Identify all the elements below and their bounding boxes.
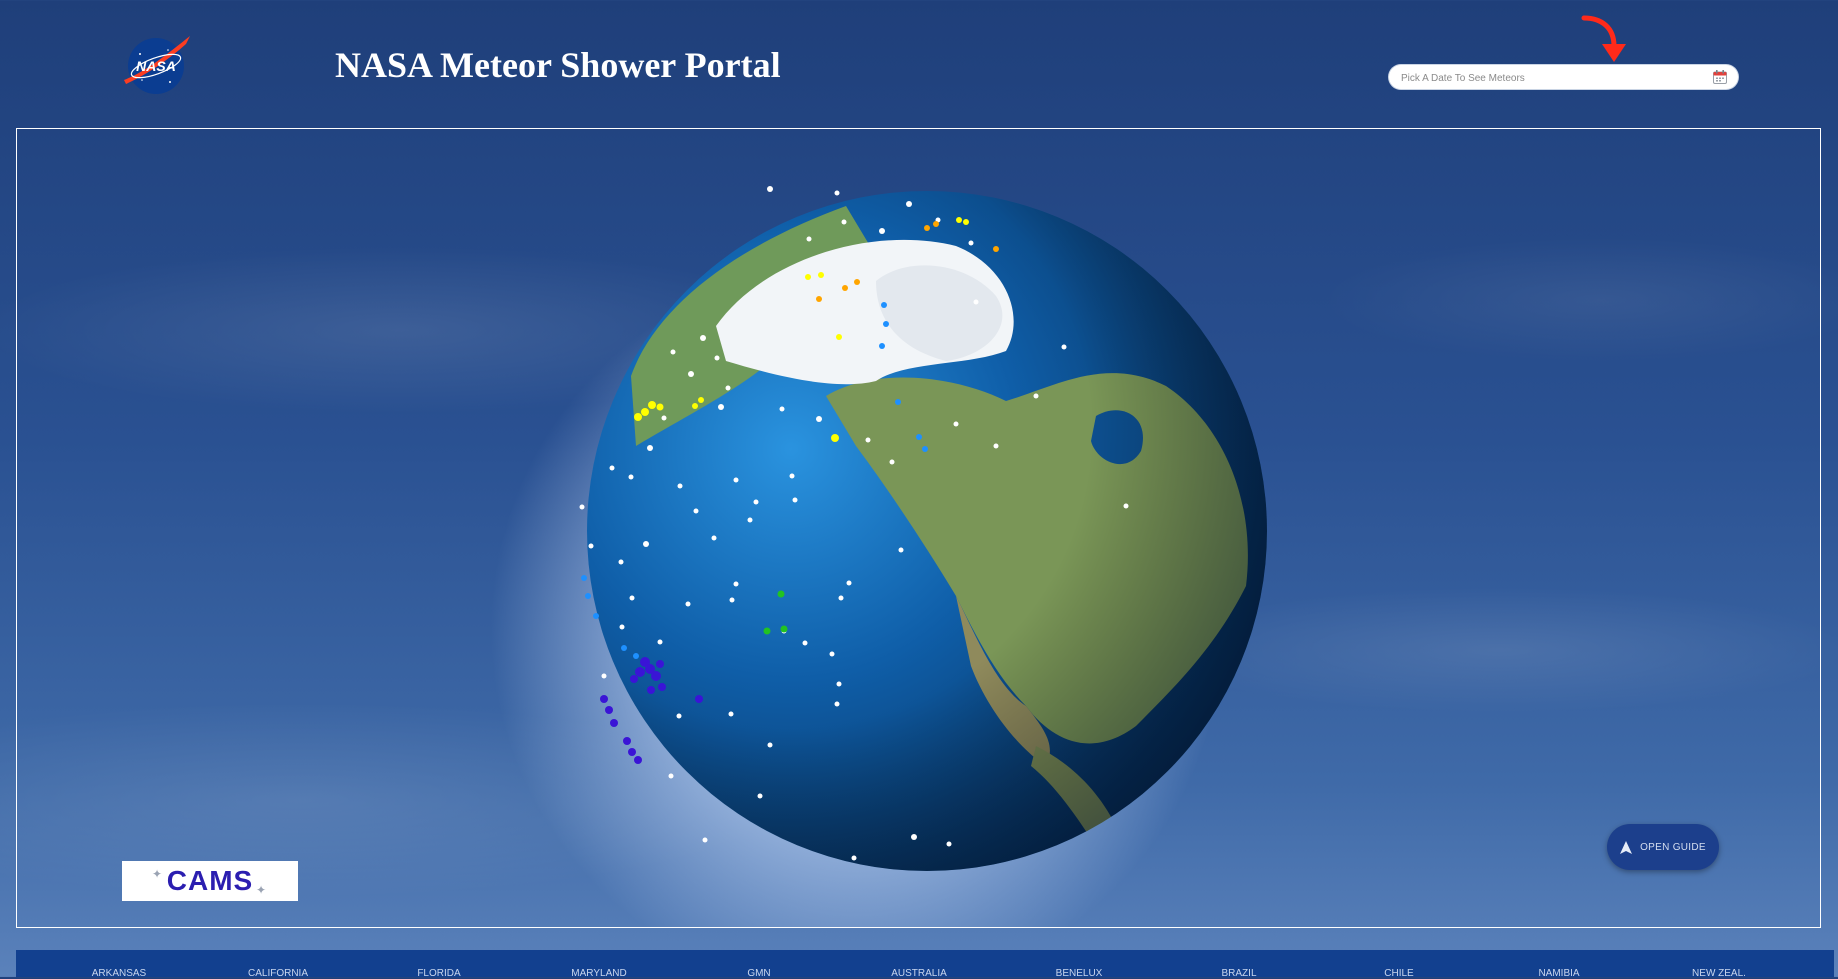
star-icon: ✦ [152,867,163,881]
nav-item-maryland[interactable]: MARYLAND [571,968,626,979]
nav-item-chile[interactable]: CHILE [1384,968,1413,979]
nav-item-australia[interactable]: AUSTRALIA [891,968,947,979]
page-title: NASA Meteor Shower Portal [335,45,781,85]
star-icon: ✦ [256,883,267,897]
nav-item-california[interactable]: CALIFORNIA [248,968,308,979]
cams-badge: ✦ CAMS ✦ [122,861,298,901]
date-input[interactable] [1399,65,1693,91]
nav-item-florida[interactable]: FLORIDA [417,968,460,979]
nav-item-new-zealand[interactable]: NEW ZEAL. [1692,968,1746,979]
nasa-logo: NASA [124,36,190,94]
globe-viewport[interactable]: ✦ CAMS ✦ OPEN GUIDE [16,128,1821,928]
open-guide-button[interactable]: OPEN GUIDE [1607,824,1719,870]
nav-item-benelux[interactable]: BENELUX [1056,968,1103,979]
nav-item-gmn[interactable]: GMN [747,968,770,979]
nav-item-brazil[interactable]: BRAZIL [1221,968,1256,979]
navigation-arrow-icon [1620,840,1633,854]
date-picker[interactable] [1389,65,1738,91]
nav-item-arkansas[interactable]: ARKANSAS [92,968,146,979]
nav-item-namibia[interactable]: NAMIBIA [1538,968,1579,979]
calendar-icon[interactable] [1712,69,1728,85]
red-arrow-icon [1581,15,1626,62]
earth-globe[interactable] [576,186,1278,876]
network-nav: ARKANSAS CALIFORNIA FLORIDA MARYLAND GMN… [16,950,1834,979]
nasa-logo-text: NASA [136,58,176,74]
open-guide-label: OPEN GUIDE [1640,841,1706,853]
cams-badge-text: CAMS [166,865,254,896]
